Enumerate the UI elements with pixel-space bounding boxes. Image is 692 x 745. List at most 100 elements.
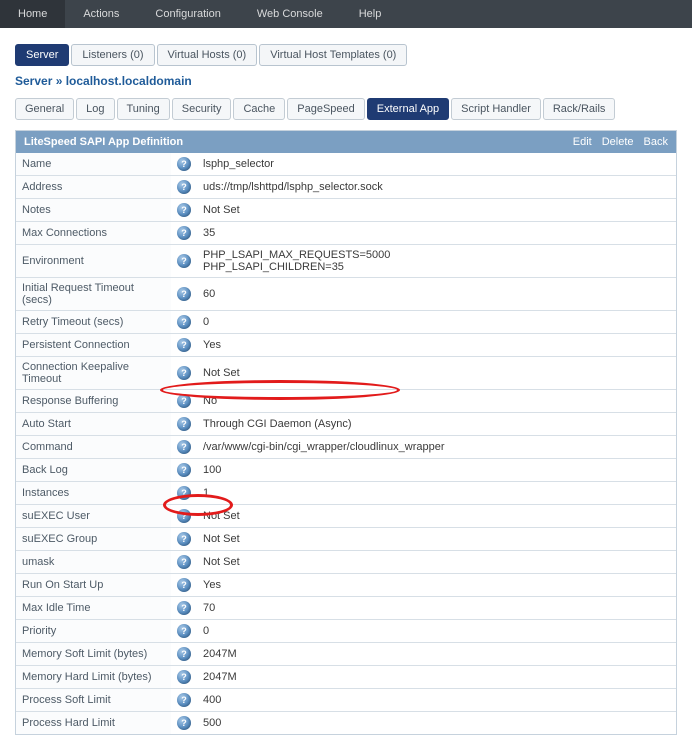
nav-help[interactable]: Help [341, 0, 400, 28]
row-value: uds://tmp/lshttpd/lsphp_selector.sock [197, 176, 676, 199]
help-icon[interactable]: ? [177, 578, 191, 592]
table-row: Process Hard Limit?500 [16, 712, 676, 735]
row-value: 0 [197, 311, 676, 334]
section-tab-3[interactable]: Security [172, 98, 232, 120]
table-row: Run On Start Up?Yes [16, 574, 676, 597]
table-row: Persistent Connection?Yes [16, 334, 676, 357]
table-row: suEXEC User?Not Set [16, 505, 676, 528]
row-label: Auto Start [16, 413, 171, 436]
help-icon[interactable]: ? [177, 647, 191, 661]
row-label: Initial Request Timeout (secs) [16, 278, 171, 311]
table-row: Environment?PHP_LSAPI_MAX_REQUESTS=5000P… [16, 245, 676, 278]
table-row: Name?lsphp_selector [16, 153, 676, 176]
context-tab-3[interactable]: Virtual Host Templates (0) [259, 44, 407, 66]
help-icon-cell: ? [171, 620, 197, 643]
help-icon[interactable]: ? [177, 315, 191, 329]
section-tab-8[interactable]: Rack/Rails [543, 98, 616, 120]
row-value: PHP_LSAPI_MAX_REQUESTS=5000PHP_LSAPI_CHI… [197, 245, 676, 278]
table-row: Memory Hard Limit (bytes)?2047M [16, 666, 676, 689]
row-value: Yes [197, 334, 676, 357]
help-icon[interactable]: ? [177, 601, 191, 615]
row-value: 1 [197, 482, 676, 505]
context-tabs: ServerListeners (0)Virtual Hosts (0)Virt… [15, 44, 677, 66]
context-tab-2[interactable]: Virtual Hosts (0) [157, 44, 258, 66]
section-tab-4[interactable]: Cache [233, 98, 285, 120]
help-icon[interactable]: ? [177, 417, 191, 431]
nav-configuration[interactable]: Configuration [137, 0, 238, 28]
section-tab-0[interactable]: General [15, 98, 74, 120]
section-tab-1[interactable]: Log [76, 98, 114, 120]
row-value: Yes [197, 574, 676, 597]
row-value: 0 [197, 620, 676, 643]
row-value: Not Set [197, 505, 676, 528]
row-label: Memory Soft Limit (bytes) [16, 643, 171, 666]
context-tab-1[interactable]: Listeners (0) [71, 44, 154, 66]
row-label: Memory Hard Limit (bytes) [16, 666, 171, 689]
help-icon[interactable]: ? [177, 555, 191, 569]
section-tab-2[interactable]: Tuning [117, 98, 170, 120]
table-row: Back Log?100 [16, 459, 676, 482]
help-icon-cell: ? [171, 278, 197, 311]
help-icon-cell: ? [171, 413, 197, 436]
table-row: Max Connections?35 [16, 222, 676, 245]
nav-actions[interactable]: Actions [65, 0, 137, 28]
help-icon[interactable]: ? [177, 693, 191, 707]
row-value: Not Set [197, 528, 676, 551]
section-tab-7[interactable]: Script Handler [451, 98, 541, 120]
help-icon-cell: ? [171, 551, 197, 574]
help-icon[interactable]: ? [177, 254, 191, 268]
table-row: suEXEC Group?Not Set [16, 528, 676, 551]
help-icon-cell: ? [171, 574, 197, 597]
row-value: 35 [197, 222, 676, 245]
help-icon-cell: ? [171, 311, 197, 334]
nav-web-console[interactable]: Web Console [239, 0, 341, 28]
table-row: Initial Request Timeout (secs)? 60 [16, 278, 676, 311]
row-label: Priority [16, 620, 171, 643]
table-row: Connection Keepalive Timeout?Not Set [16, 357, 676, 390]
help-icon[interactable]: ? [177, 486, 191, 500]
help-icon[interactable]: ? [177, 463, 191, 477]
help-icon[interactable]: ? [177, 287, 191, 301]
help-icon[interactable]: ? [177, 624, 191, 638]
row-label: umask [16, 551, 171, 574]
table-row: Notes?Not Set [16, 199, 676, 222]
help-icon[interactable]: ? [177, 394, 191, 408]
nav-home[interactable]: Home [0, 0, 65, 28]
help-icon[interactable]: ? [177, 440, 191, 454]
help-icon[interactable]: ? [177, 180, 191, 194]
help-icon-cell: ? [171, 245, 197, 278]
help-icon[interactable]: ? [177, 670, 191, 684]
help-icon-cell: ? [171, 712, 197, 735]
help-icon[interactable]: ? [177, 203, 191, 217]
table-row: umask?Not Set [16, 551, 676, 574]
section-tab-5[interactable]: PageSpeed [287, 98, 365, 120]
help-icon-cell: ? [171, 334, 197, 357]
table-row: Response Buffering?No [16, 390, 676, 413]
help-icon[interactable]: ? [177, 226, 191, 240]
help-icon-cell: ? [171, 528, 197, 551]
row-label: Connection Keepalive Timeout [16, 357, 171, 390]
help-icon[interactable]: ? [177, 338, 191, 352]
help-icon[interactable]: ? [177, 157, 191, 171]
help-icon-cell: ? [171, 436, 197, 459]
section-tab-6[interactable]: External App [367, 98, 449, 120]
delete-link[interactable]: Delete [602, 136, 634, 148]
row-label: Response Buffering [16, 390, 171, 413]
row-label: Address [16, 176, 171, 199]
help-icon[interactable]: ? [177, 716, 191, 730]
table-row: Auto Start?Through CGI Daemon (Async) [16, 413, 676, 436]
back-link[interactable]: Back [644, 136, 668, 148]
page-content: ServerListeners (0)Virtual Hosts (0)Virt… [0, 28, 692, 745]
help-icon[interactable]: ? [177, 366, 191, 380]
row-label: Back Log [16, 459, 171, 482]
table-row: Priority? 0 [16, 620, 676, 643]
table-row: Process Soft Limit?400 [16, 689, 676, 712]
row-label: Command [16, 436, 171, 459]
table-row: Instances?1 [16, 482, 676, 505]
help-icon[interactable]: ? [177, 532, 191, 546]
help-icon[interactable]: ? [177, 509, 191, 523]
edit-link[interactable]: Edit [573, 136, 592, 148]
row-value: 60 [197, 278, 676, 311]
context-tab-0[interactable]: Server [15, 44, 69, 66]
table-row: Memory Soft Limit (bytes)?2047M [16, 643, 676, 666]
